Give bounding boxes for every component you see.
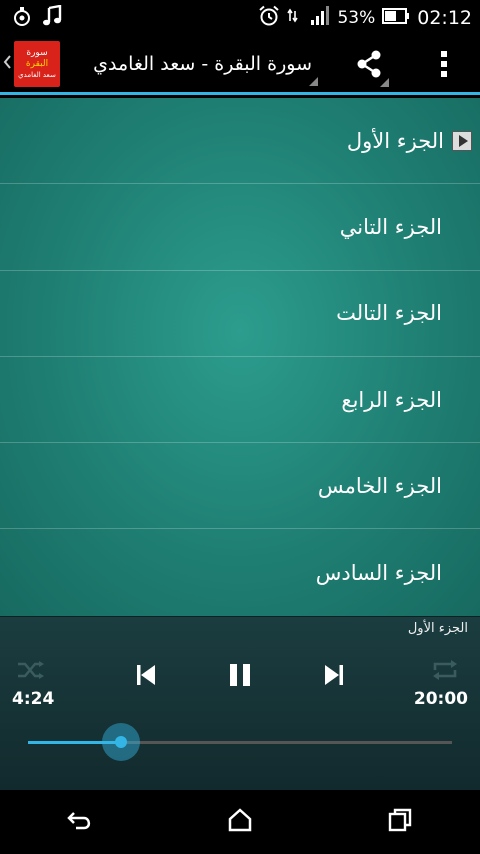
list-item-label: الجزء الأول (346, 128, 444, 153)
battery-icon (382, 8, 410, 28)
status-bar: 53% 02:12 (0, 0, 480, 36)
list-item-part-4[interactable]: الجزء الرابع (0, 357, 480, 444)
now-playing-icon (452, 130, 472, 151)
home-icon (227, 808, 253, 836)
total-duration: 20:00 (413, 689, 468, 709)
back-chevron-icon[interactable] (2, 53, 12, 75)
app-logo[interactable]: سورة البقرة سعد الغامدي (14, 41, 60, 87)
elapsed-time: 4:24 (12, 689, 55, 709)
title-spinner[interactable]: سورة البقرة - سعد الغامدي (60, 35, 318, 94)
list-item-label: الجزء التاني (339, 214, 442, 239)
seek-thumb[interactable] (102, 723, 141, 761)
nav-home-button[interactable] (200, 790, 280, 854)
list-item-part-6[interactable]: الجزء السادس (0, 529, 480, 615)
next-button[interactable] (316, 659, 352, 695)
logo-line-3: سعد الغامدي (18, 70, 56, 79)
pause-icon (228, 663, 252, 691)
list-item-label: الجزء الرابع (341, 387, 442, 412)
spinner-corner-icon (309, 76, 318, 86)
navigation-bar (0, 790, 480, 854)
seek-bar[interactable] (28, 723, 452, 761)
next-icon (324, 664, 344, 690)
signal-icon (310, 5, 330, 31)
repeat-icon (430, 659, 460, 685)
notification-app-icon (12, 5, 32, 31)
overflow-menu-button[interactable] (420, 36, 468, 95)
alarm-icon (258, 5, 280, 31)
nav-back-button[interactable] (40, 790, 120, 854)
battery-percent: 53% (337, 8, 376, 28)
list-item-part-3[interactable]: الجزء التالت (0, 271, 480, 357)
overflow-menu-icon (440, 50, 448, 82)
recents-icon (388, 808, 412, 836)
share-spinner-corner-icon (380, 78, 389, 87)
back-icon (66, 809, 94, 835)
clock: 02:12 (417, 7, 472, 29)
list-item-part-5[interactable]: الجزء الخامس (0, 443, 480, 530)
list-item-part-2[interactable]: الجزء التاني (0, 184, 480, 271)
action-bar: سورة البقرة سعد الغامدي سورة البقرة - سع… (0, 36, 480, 95)
previous-button[interactable] (128, 659, 164, 695)
logo-line-1: سورة (26, 47, 48, 58)
wifi-icon (287, 5, 303, 31)
list-item-label: الجزء الخامس (317, 473, 442, 498)
list-item-part-1[interactable]: الجزء الأول (0, 98, 480, 185)
media-player: الجزء الأول 4:24 20:00 (0, 616, 480, 790)
shuffle-button[interactable] (14, 657, 48, 687)
pause-button[interactable] (220, 659, 260, 695)
previous-icon (136, 664, 156, 690)
repeat-button[interactable] (428, 657, 462, 687)
share-button[interactable] (345, 36, 393, 95)
list-item-label: الجزء السادس (315, 560, 442, 585)
shuffle-icon (16, 659, 46, 685)
list-item-label: الجزء التالت (336, 301, 442, 326)
music-note-icon (42, 4, 62, 31)
now-playing-title: الجزء الأول (407, 621, 468, 636)
nav-recents-button[interactable] (360, 790, 440, 854)
page-title: سورة البقرة - سعد الغامدي (93, 53, 312, 75)
parts-list: الجزء الأول الجزء التاني الجزء التالت ال… (0, 98, 480, 616)
logo-line-2: البقرة (25, 58, 49, 69)
